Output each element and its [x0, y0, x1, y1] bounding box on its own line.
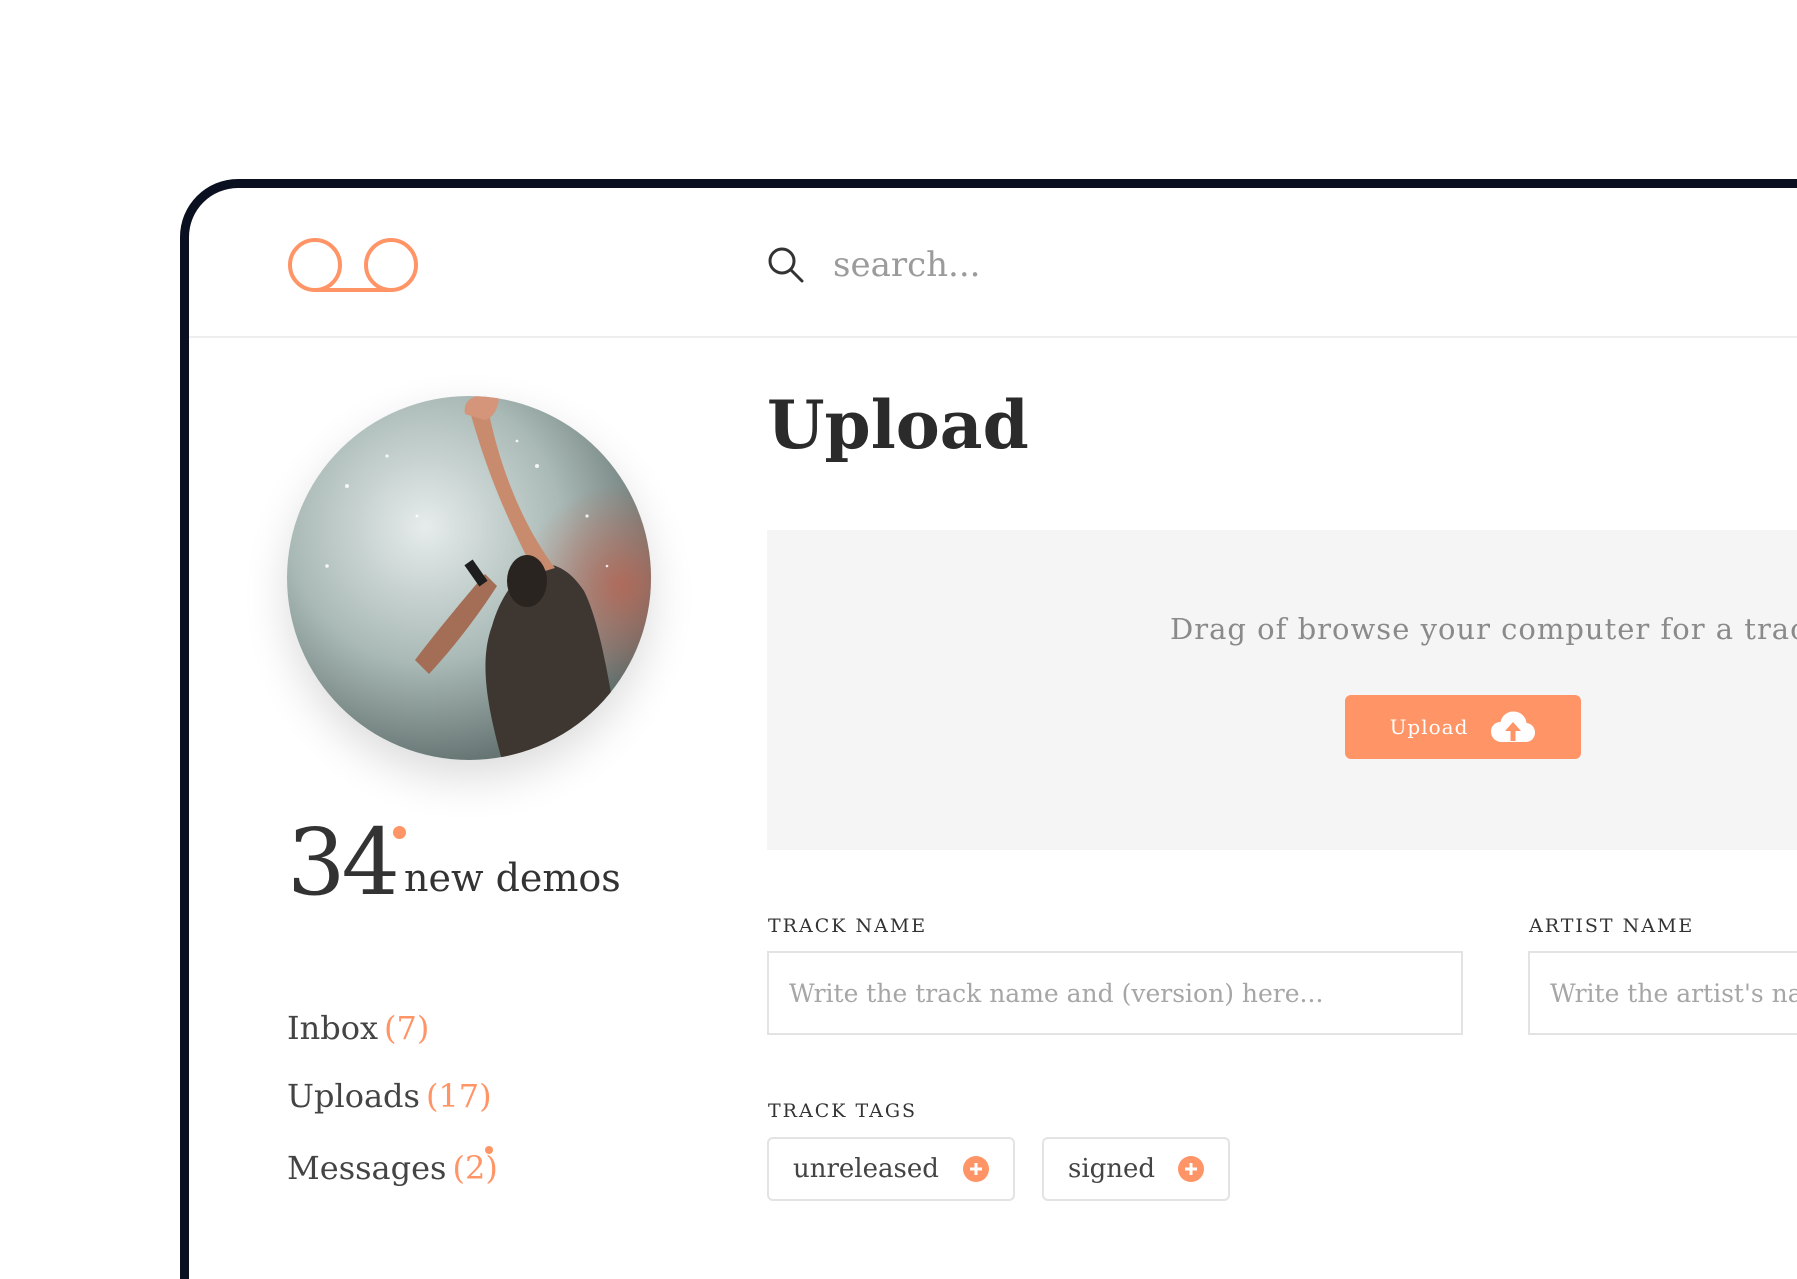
artist-name-label: ARTIST NAME [1529, 915, 1695, 937]
new-demos-count: 34 [287, 809, 400, 916]
artist-name-input[interactable] [1528, 951, 1797, 1035]
upload-button[interactable]: Upload [1345, 695, 1581, 759]
tag-unreleased[interactable]: unreleased [767, 1137, 1015, 1201]
cloud-upload-icon [1491, 711, 1536, 742]
sidebar-item-count: (17) [425, 1077, 492, 1115]
track-name-label: TRACK NAME [768, 915, 928, 937]
sidebar-item-label: Uploads [287, 1077, 420, 1115]
plus-circle-icon[interactable] [963, 1156, 989, 1182]
upload-dropzone[interactable]: Drag of browse your computer for a track… [767, 530, 1797, 850]
sidebar-item-count: (7) [384, 1009, 430, 1047]
sidebar-item-uploads[interactable]: Uploads (17) [287, 1076, 498, 1116]
search-icon[interactable] [767, 246, 805, 284]
sidebar-item-inbox[interactable]: Inbox (7) [287, 1008, 498, 1048]
avatar-image [287, 396, 651, 760]
new-demos-summary: 34 new demos [287, 808, 707, 918]
sidebar-nav: Inbox (7) Uploads (17) Messages (2) [287, 1008, 498, 1188]
sidebar-item-label: Inbox [287, 1009, 379, 1047]
upload-button-label: Upload [1389, 715, 1469, 739]
track-name-input[interactable] [767, 951, 1463, 1035]
track-tags-label: TRACK TAGS [768, 1100, 918, 1122]
sidebar-item-messages[interactable]: Messages (2) [287, 1146, 498, 1188]
notification-dot [393, 826, 406, 839]
page-title: Upload [767, 386, 1029, 464]
search-bar [767, 240, 1433, 290]
sidebar-item-count: (2) [452, 1149, 498, 1187]
voicemail-logo-icon[interactable] [287, 234, 419, 294]
app-window: 34 new demos Inbox(7) Uploads(17) Messag… [180, 179, 1797, 1279]
search-input[interactable] [833, 245, 1433, 285]
plus-circle-icon[interactable] [1178, 1156, 1204, 1182]
top-bar [189, 188, 1797, 338]
tag-label: signed [1068, 1154, 1156, 1184]
dropzone-text: Drag of browse your computer for a track [1170, 612, 1797, 646]
sidebar-item-label: Messages [287, 1149, 447, 1187]
new-demos-label: new demos [404, 856, 621, 900]
tag-signed[interactable]: signed [1042, 1137, 1230, 1201]
notification-dot [485, 1146, 493, 1154]
tag-label: unreleased [793, 1154, 939, 1184]
avatar[interactable] [287, 396, 651, 760]
